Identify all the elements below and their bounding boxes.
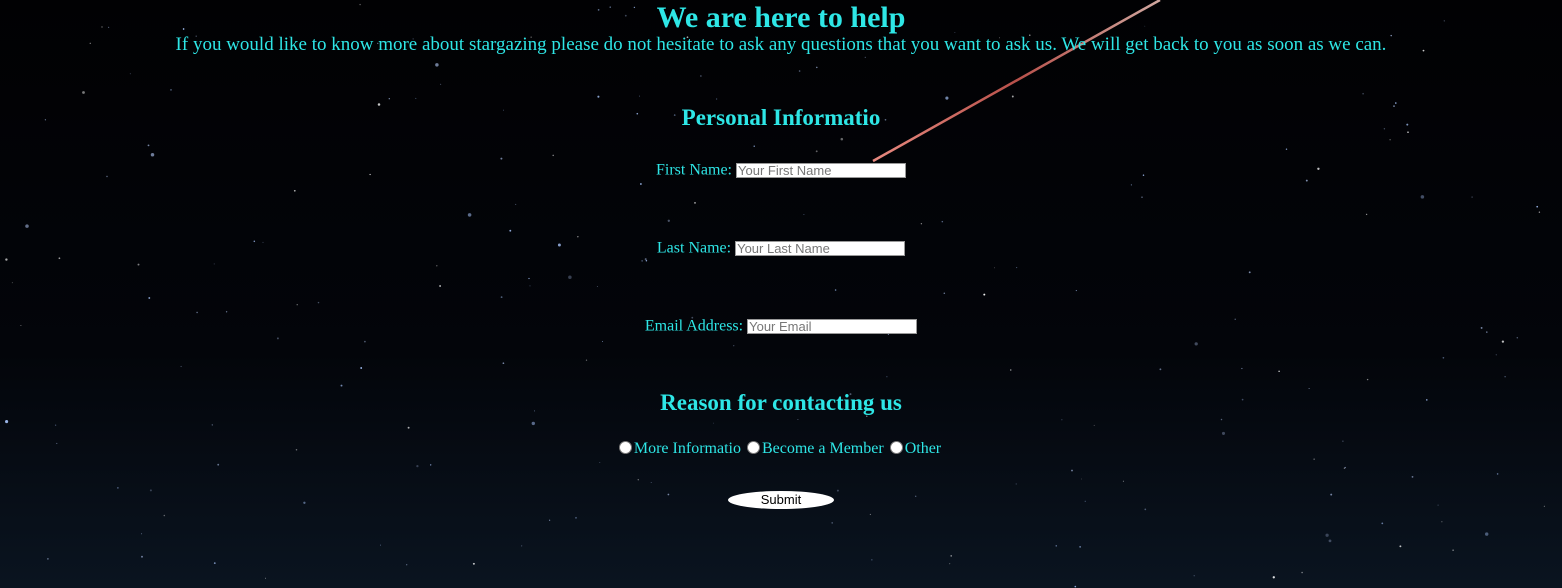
first-name-input[interactable] — [736, 162, 906, 178]
contact-page: We are here to help If you would like to… — [0, 0, 1562, 588]
page-title: We are here to help — [656, 1, 906, 34]
radio-become-member[interactable] — [746, 441, 760, 454]
email-input[interactable] — [747, 318, 918, 334]
reason-heading: Reason for contacting us — [660, 390, 902, 415]
radio-more-information[interactable] — [618, 441, 632, 454]
radio-label-become-member: Become a Member — [761, 440, 884, 457]
last-name-label: Last Name: — [656, 239, 732, 257]
first-name-label: First Name: — [656, 161, 732, 179]
personal-info-heading: Personal Informatio — [681, 105, 881, 130]
submit-wrapper: Submit — [0, 491, 1562, 509]
radio-label-more-information: More Informatio — [633, 440, 741, 457]
last-name-row: Last Name: — [0, 239, 1562, 257]
intro-text: If you would like to know more about sta… — [175, 34, 1387, 55]
radio-other[interactable] — [889, 441, 903, 454]
last-name-input[interactable] — [735, 240, 906, 256]
first-name-row: First Name: — [0, 161, 1562, 179]
email-label: Email Address: — [644, 317, 744, 335]
submit-button[interactable]: Submit — [728, 491, 834, 509]
reason-options: More Informatio Become a Member Other — [0, 439, 1562, 459]
radio-label-other: Other — [904, 440, 942, 457]
email-row: Email Address: — [0, 317, 1562, 335]
